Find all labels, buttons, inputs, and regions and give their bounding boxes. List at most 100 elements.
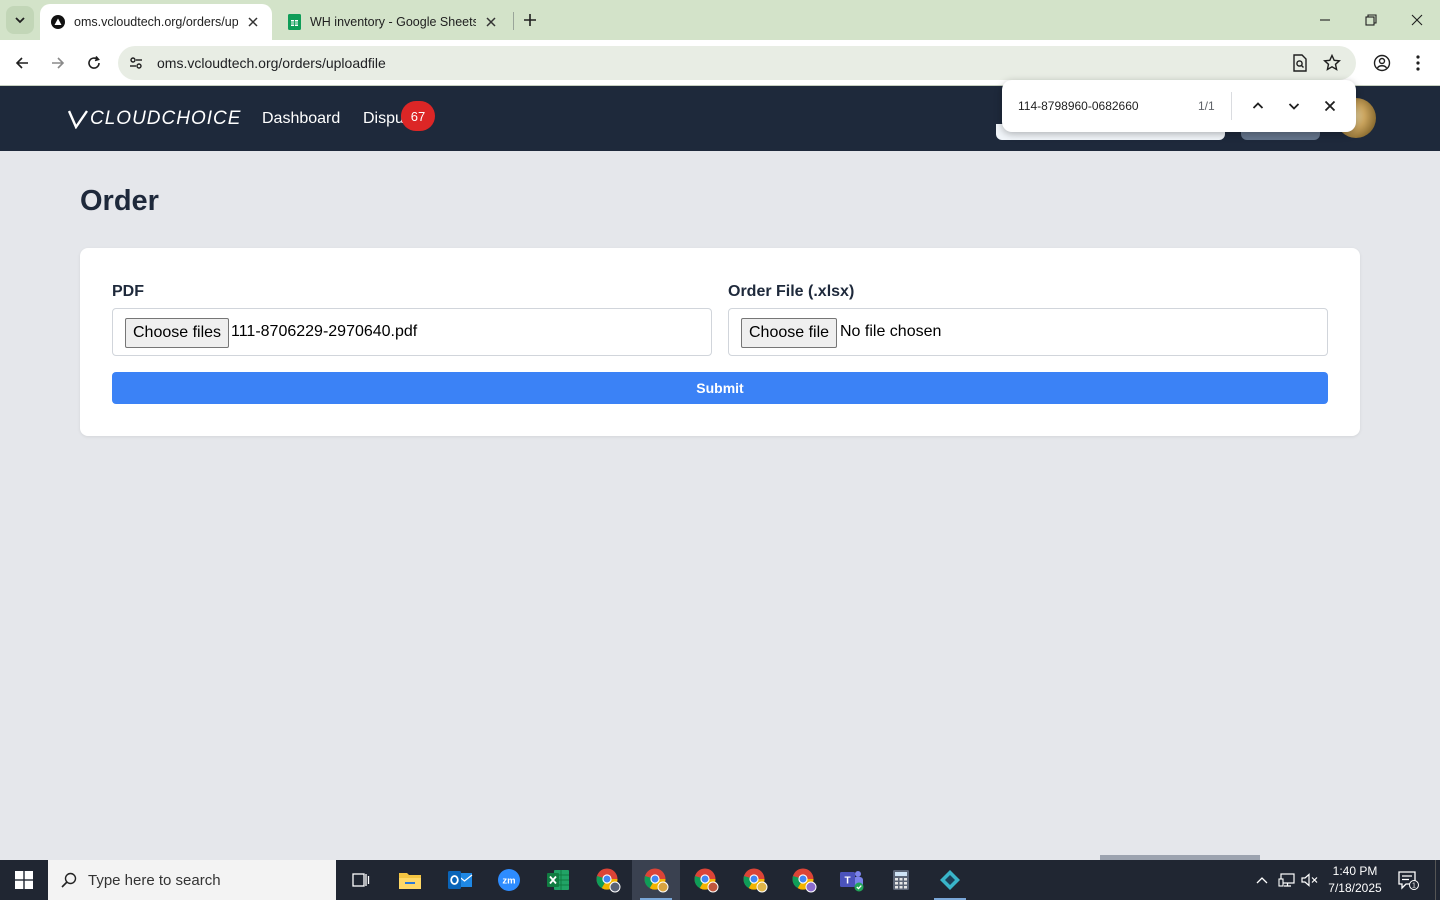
chrome-icon — [743, 868, 768, 893]
taskbar-app-chrome-2[interactable] — [632, 860, 680, 900]
find-close-button[interactable] — [1318, 94, 1342, 118]
url-text: oms.vcloudtech.org/orders/uploadfile — [157, 55, 386, 71]
taskbar-search-placeholder: Type here to search — [88, 871, 221, 889]
task-view-icon — [352, 873, 370, 887]
tab-separator — [513, 12, 514, 30]
tab-title: WH inventory - Google Sheets — [310, 15, 476, 29]
bookmark-star-icon[interactable] — [1320, 51, 1344, 75]
profile-icon[interactable] — [1370, 51, 1394, 75]
find-separator — [1231, 92, 1232, 120]
address-bar[interactable]: oms.vcloudtech.org/orders/uploadfile — [118, 46, 1356, 80]
taskbar-app-vscode-like[interactable] — [926, 860, 974, 900]
chrome-icon — [792, 868, 817, 893]
taskbar-app-chrome-5[interactable] — [780, 860, 828, 900]
volume-muted-icon[interactable] — [1300, 870, 1320, 890]
pdf-file-name: 111-8706229-2970640.pdf — [231, 323, 418, 340]
show-desktop-button[interactable] — [1435, 860, 1436, 900]
find-match-count: 1/1 — [1198, 99, 1215, 113]
tab-close-icon[interactable] — [482, 13, 500, 31]
clock-date: 7/18/2025 — [1328, 881, 1382, 895]
folder-icon — [399, 873, 421, 889]
order-file-name: No file chosen — [840, 323, 942, 340]
nav-link-dashboard[interactable]: Dashboard — [262, 110, 340, 128]
tab-close-icon[interactable] — [244, 13, 262, 31]
close-icon — [1411, 14, 1423, 26]
taskbar-app-excel[interactable] — [534, 860, 582, 900]
taskbar-app-chrome-4[interactable] — [731, 860, 779, 900]
page-title: Order — [80, 185, 159, 217]
plus-icon — [524, 14, 536, 26]
taskbar-app-file-explorer[interactable] — [386, 860, 434, 900]
taskbar-clock[interactable]: 1:40 PM 7/18/2025 — [1320, 863, 1390, 897]
search-icon — [61, 872, 77, 888]
zoom-icon: zm — [498, 869, 520, 891]
chevron-down-icon — [1288, 103, 1300, 110]
find-bar: 114-8798960-0682660 1/1 — [1002, 80, 1356, 132]
restore-button[interactable] — [1348, 0, 1394, 40]
site-settings-icon[interactable] — [126, 53, 146, 73]
taskbar: Type here to search zm T 1:40 PM 7/18/20… — [0, 860, 1440, 900]
reload-icon — [88, 55, 100, 69]
windows-icon — [15, 871, 33, 889]
back-button[interactable] — [8, 49, 36, 77]
tab-sheets[interactable]: WH inventory - Google Sheets — [276, 4, 510, 40]
logo-text: CLOUDCHOICE — [90, 108, 242, 129]
reload-button[interactable] — [80, 49, 108, 77]
menu-kebab-icon[interactable] — [1406, 51, 1430, 75]
upload-card: PDF Choose files 111-8706229-2970640.pdf… — [80, 248, 1360, 436]
pdf-label: PDF — [112, 283, 144, 300]
restore-icon — [1365, 14, 1377, 26]
new-tab-button[interactable] — [518, 8, 542, 32]
tab-oms[interactable]: oms.vcloudtech.org/orders/upl — [40, 4, 272, 40]
nav-link-disputes[interactable]: Dispu — [363, 110, 404, 128]
arrow-left-icon — [15, 57, 28, 69]
taskbar-app-teams[interactable]: T — [828, 860, 876, 900]
tab-search-button[interactable] — [6, 6, 34, 34]
order-file-input[interactable]: Choose file No file chosen — [728, 308, 1328, 356]
svg-text:T: T — [844, 876, 850, 887]
minimize-icon — [1320, 19, 1330, 21]
sheets-favicon-icon — [286, 14, 302, 30]
tab-title: oms.vcloudtech.org/orders/upl — [74, 15, 238, 29]
close-window-button[interactable] — [1394, 0, 1440, 40]
choose-files-button[interactable]: Choose files — [125, 318, 230, 348]
task-view-button[interactable] — [336, 860, 384, 900]
taskbar-search-box[interactable]: Type here to search — [48, 860, 336, 900]
forward-button[interactable] — [44, 49, 72, 77]
tab-strip: oms.vcloudtech.org/orders/upl WH invento… — [0, 0, 1440, 40]
minimize-button[interactable] — [1302, 0, 1348, 40]
notification-icon: 1 — [1398, 871, 1419, 890]
oms-favicon-icon — [50, 14, 66, 30]
close-icon — [1324, 100, 1336, 112]
find-in-page-icon[interactable] — [1288, 51, 1312, 75]
network-icon[interactable] — [1277, 870, 1297, 890]
outlook-icon — [448, 871, 473, 889]
disputes-count-badge: 67 — [401, 101, 435, 131]
taskbar-app-chrome-1[interactable] — [584, 860, 632, 900]
chrome-icon — [596, 868, 621, 893]
order-file-label: Order File (.xlsx) — [728, 283, 855, 300]
choose-file-button[interactable]: Choose file — [741, 318, 838, 348]
svg-text:zm: zm — [502, 876, 515, 887]
logo-check-icon — [68, 110, 88, 129]
arrow-right-icon — [52, 57, 65, 69]
find-query-input[interactable]: 114-8798960-0682660 — [1018, 99, 1139, 113]
tray-overflow-icon[interactable] — [1252, 870, 1272, 890]
notification-center-button[interactable]: 1 — [1396, 868, 1420, 892]
taskbar-app-calculator[interactable] — [877, 860, 925, 900]
excel-icon — [547, 870, 569, 890]
chevron-down-icon — [15, 17, 25, 24]
chrome-icon — [694, 868, 719, 893]
cloudchoice-logo[interactable]: CLOUDCHOICE — [68, 108, 241, 130]
pdf-file-input[interactable]: Choose files 111-8706229-2970640.pdf — [112, 308, 712, 356]
teams-icon: T — [840, 871, 864, 892]
start-button[interactable] — [0, 860, 48, 900]
chrome-icon — [644, 868, 669, 893]
find-previous-button[interactable] — [1246, 94, 1270, 118]
submit-button[interactable]: Submit — [112, 372, 1328, 404]
taskbar-app-zoom[interactable]: zm — [485, 860, 533, 900]
find-next-button[interactable] — [1282, 94, 1306, 118]
taskbar-app-outlook[interactable] — [436, 860, 484, 900]
taskbar-app-chrome-3[interactable] — [682, 860, 730, 900]
calculator-icon — [893, 870, 909, 890]
